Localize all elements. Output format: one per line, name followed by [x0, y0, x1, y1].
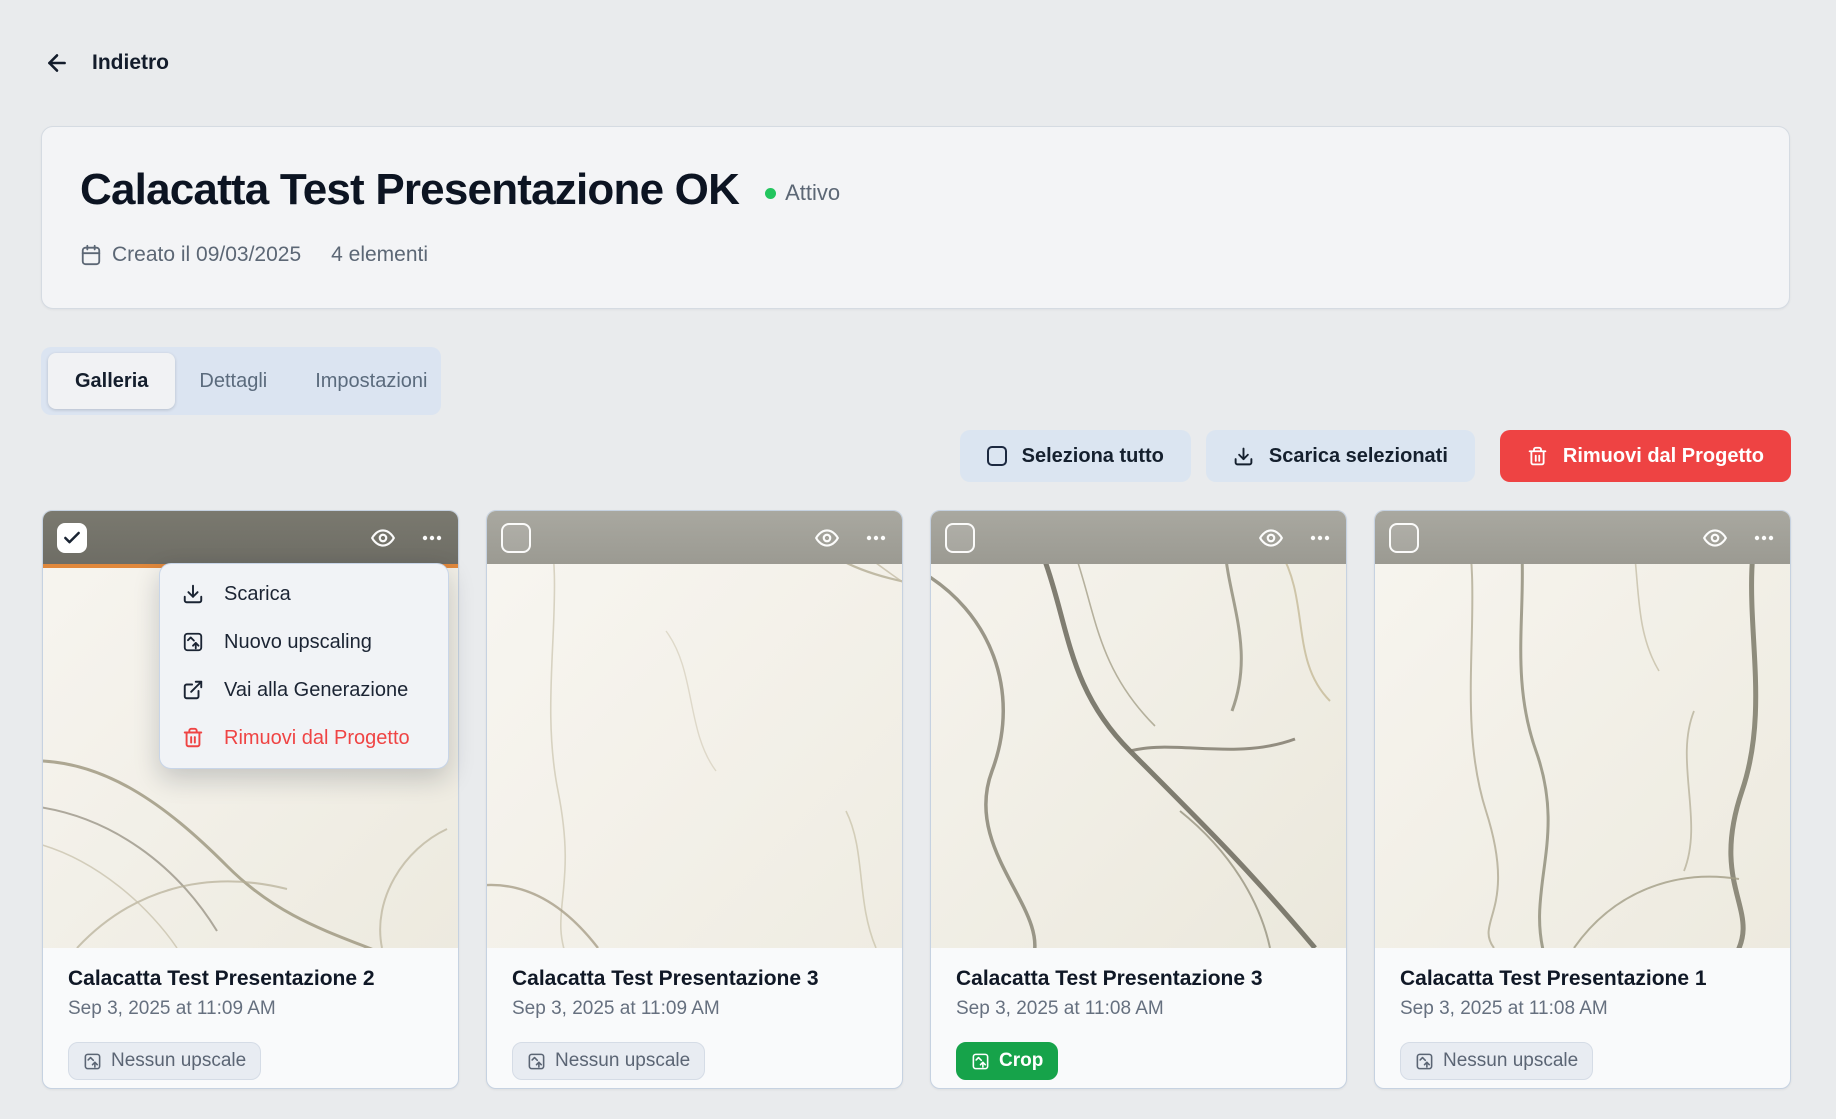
menu-item-label: Vai alla Generazione — [224, 679, 408, 702]
card-checkbox[interactable] — [501, 523, 531, 553]
tab-details[interactable]: Dettagli — [175, 353, 291, 409]
menu-item-go-generation[interactable]: Vai alla Generazione — [160, 666, 448, 714]
card-badge-crop: Crop — [956, 1042, 1058, 1080]
card-title: Calacatta Test Presentazione 3 — [512, 965, 877, 992]
select-all-button[interactable]: Seleziona tutto — [960, 430, 1191, 482]
card-date: Sep 3, 2025 at 11:09 AM — [512, 998, 877, 1020]
eye-icon[interactable] — [370, 525, 396, 551]
card-overlay-bar — [931, 511, 1346, 564]
card-badge: Nessun upscale — [68, 1042, 261, 1080]
marble-image-4 — [1375, 511, 1790, 948]
calendar-icon — [80, 244, 102, 266]
download-selected-label: Scarica selezionati — [1269, 445, 1448, 468]
card-badge-label: Nessun upscale — [111, 1050, 246, 1072]
marble-image-3 — [931, 511, 1346, 948]
card-title: Calacatta Test Presentazione 1 — [1400, 965, 1765, 992]
card-overlay-bar — [43, 511, 458, 564]
card-date: Sep 3, 2025 at 11:09 AM — [68, 998, 433, 1020]
card-context-menu: Scarica Nuovo upscaling Vai alla Generaz… — [159, 563, 449, 769]
items-count: 4 elementi — [331, 243, 428, 267]
card-overlay-bar — [1375, 511, 1790, 564]
menu-item-new-upscale[interactable]: Nuovo upscaling — [160, 618, 448, 666]
items-count-label: 4 elementi — [331, 243, 428, 267]
checkbox-blank-icon — [987, 446, 1007, 466]
menu-item-label: Rimuovi dal Progetto — [224, 727, 410, 750]
back-button[interactable]: Indietro — [44, 50, 169, 76]
eye-icon[interactable] — [1258, 525, 1284, 551]
card-badge-label: Crop — [999, 1050, 1043, 1072]
card-badge-label: Nessun upscale — [555, 1050, 690, 1072]
menu-item-label: Scarica — [224, 583, 291, 606]
card-overlay-bar — [487, 511, 902, 564]
trash-icon — [1527, 446, 1548, 467]
gallery-card[interactable]: Scarica Nuovo upscaling Vai alla Generaz… — [42, 510, 459, 1089]
bulk-actions-row: Seleziona tutto Scarica selezionati Rimu… — [41, 430, 1791, 482]
marble-image — [931, 511, 1346, 948]
card-badge-label: Nessun upscale — [1443, 1050, 1578, 1072]
download-icon — [182, 583, 204, 605]
tab-bar: Galleria Dettagli Impostazioni — [41, 347, 441, 415]
download-icon — [1233, 446, 1254, 467]
menu-item-download[interactable]: Scarica — [160, 570, 448, 618]
image-crop-icon — [971, 1052, 990, 1071]
project-header-card: Calacatta Test Presentazione OK Attivo C… — [41, 126, 1790, 309]
menu-item-label: Nuovo upscaling — [224, 631, 372, 654]
check-icon — [62, 528, 82, 548]
card-checkbox[interactable] — [57, 523, 87, 553]
image-upscale-icon — [83, 1052, 102, 1071]
card-title: Calacatta Test Presentazione 2 — [68, 965, 433, 992]
card-title: Calacatta Test Presentazione 3 — [956, 965, 1321, 992]
remove-from-project-label: Rimuovi dal Progetto — [1563, 445, 1764, 468]
card-date: Sep 3, 2025 at 11:08 AM — [956, 998, 1321, 1020]
gallery-card[interactable]: Calacatta Test Presentazione 3 Sep 3, 20… — [486, 510, 903, 1089]
card-date: Sep 3, 2025 at 11:08 AM — [1400, 998, 1765, 1020]
status-dot-icon — [765, 188, 776, 199]
ellipsis-icon[interactable] — [1308, 525, 1332, 551]
trash-icon — [182, 727, 204, 749]
download-selected-button[interactable]: Scarica selezionati — [1206, 430, 1475, 482]
external-link-icon — [182, 679, 204, 701]
select-all-label: Seleziona tutto — [1022, 445, 1164, 468]
tab-settings[interactable]: Impostazioni — [291, 353, 451, 409]
image-upscale-icon — [527, 1052, 546, 1071]
ellipsis-icon[interactable] — [1752, 525, 1776, 551]
image-upscale-icon — [1415, 1052, 1434, 1071]
ellipsis-icon[interactable] — [420, 525, 444, 551]
arrow-left-icon — [44, 50, 70, 76]
card-badge: Nessun upscale — [1400, 1042, 1593, 1080]
eye-icon[interactable] — [814, 525, 840, 551]
card-checkbox[interactable] — [945, 523, 975, 553]
remove-from-project-button[interactable]: Rimuovi dal Progetto — [1500, 430, 1791, 482]
back-label: Indietro — [92, 51, 169, 75]
gallery-grid: Scarica Nuovo upscaling Vai alla Generaz… — [42, 510, 1791, 1089]
status-label: Attivo — [785, 180, 840, 206]
status-badge: Attivo — [765, 180, 840, 206]
gallery-card[interactable]: Calacatta Test Presentazione 3 Sep 3, 20… — [930, 510, 1347, 1089]
card-badge: Nessun upscale — [512, 1042, 705, 1080]
page-title: Calacatta Test Presentazione OK — [80, 163, 739, 217]
menu-item-remove[interactable]: Rimuovi dal Progetto — [160, 714, 448, 762]
eye-icon[interactable] — [1702, 525, 1728, 551]
marble-image-2 — [487, 511, 902, 948]
gallery-card[interactable]: Calacatta Test Presentazione 1 Sep 3, 20… — [1374, 510, 1791, 1089]
created-date-label: Creato il 09/03/2025 — [112, 243, 301, 267]
ellipsis-icon[interactable] — [864, 525, 888, 551]
tab-gallery[interactable]: Galleria — [48, 353, 175, 409]
image-upscale-icon — [182, 631, 204, 653]
card-checkbox[interactable] — [1389, 523, 1419, 553]
marble-image — [1375, 511, 1790, 948]
created-date: Creato il 09/03/2025 — [80, 243, 301, 267]
marble-image — [487, 511, 902, 948]
